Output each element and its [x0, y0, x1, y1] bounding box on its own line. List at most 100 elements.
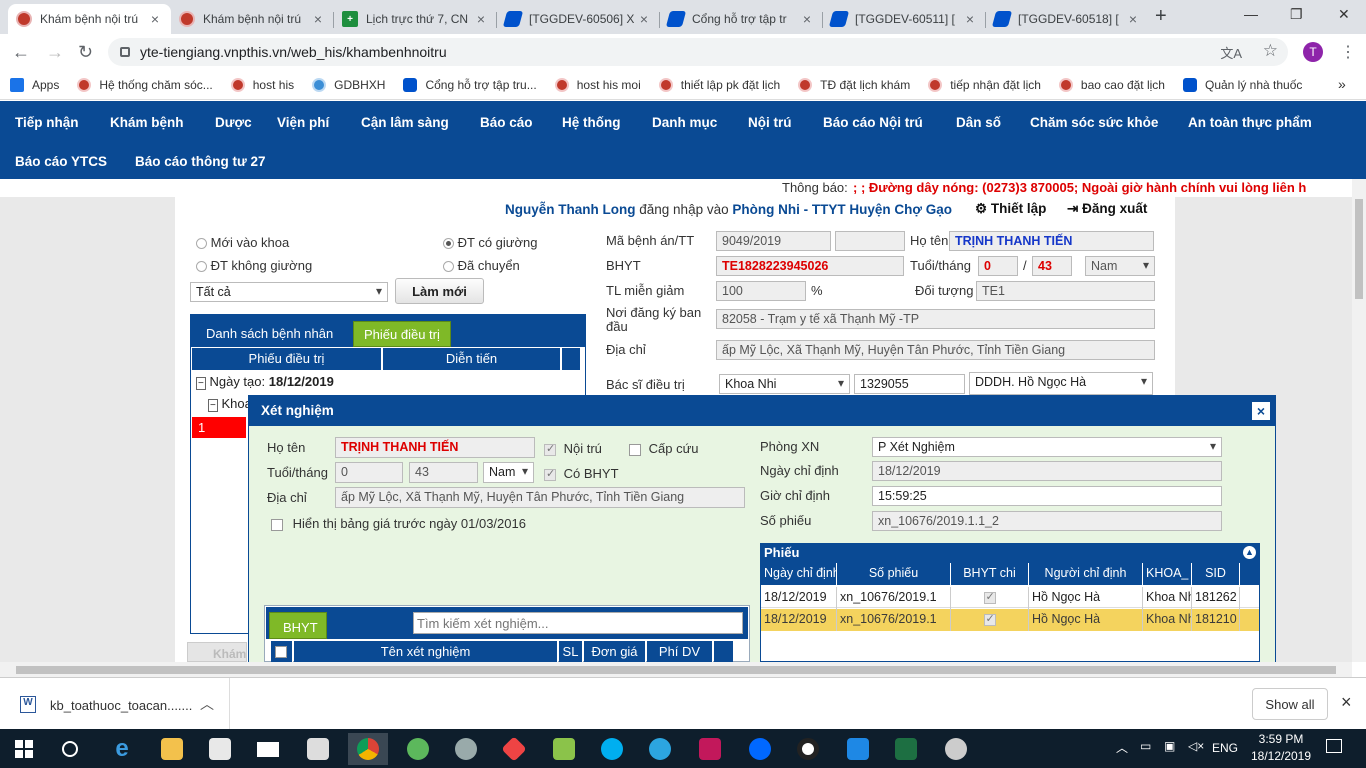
- radio-button[interactable]: [443, 261, 454, 273]
- close-tab-icon[interactable]: ×: [473, 11, 489, 27]
- clock-date[interactable]: 18/12/2019: [1248, 749, 1314, 763]
- profile-avatar[interactable]: T: [1303, 42, 1323, 62]
- browser-tab[interactable]: [TGGDEV-60511] [ ×: [823, 4, 986, 34]
- taskbar-app[interactable]: [936, 733, 976, 765]
- bookmark-item[interactable]: TĐ đặt lịch khám: [798, 77, 910, 92]
- clock-time[interactable]: 3:59 PM: [1256, 732, 1306, 746]
- scrollbar-thumb[interactable]: [16, 666, 1336, 674]
- treatment-row-selected[interactable]: 1: [192, 417, 246, 438]
- volume-mute-icon[interactable]: ◁×: [1188, 739, 1204, 753]
- emergency-checkbox[interactable]: Cấp cứu: [629, 441, 699, 456]
- minimize-icon[interactable]: —: [1244, 6, 1258, 22]
- record-seq-field[interactable]: [835, 231, 905, 251]
- select-all-checkbox[interactable]: [275, 645, 287, 658]
- menu-can-lam-sang[interactable]: Cận lâm sàng: [361, 115, 449, 130]
- age-months-field[interactable]: 43: [1032, 256, 1072, 276]
- browser-tab[interactable]: + Lịch trực thứ 7, CN ×: [334, 4, 497, 34]
- address-field[interactable]: ấp Mỹ Lộc, Xã Thạnh Mỹ, Huyện Tân Phước,…: [716, 340, 1155, 360]
- collapse-icon[interactable]: −: [196, 377, 206, 390]
- scrollbar-thumb[interactable]: [1355, 199, 1363, 299]
- menu-duoc[interactable]: Dược: [215, 115, 252, 130]
- settings-link[interactable]: ⚙ Thiết lập: [975, 201, 1046, 217]
- horizontal-scrollbar[interactable]: [0, 662, 1352, 677]
- close-tab-icon[interactable]: ×: [1125, 11, 1141, 27]
- record-field[interactable]: 9049/2019: [716, 231, 831, 251]
- taskbar-app[interactable]: [640, 733, 680, 765]
- close-tab-icon[interactable]: ×: [310, 11, 326, 27]
- dialog-gender-select[interactable]: Nam: [483, 462, 534, 483]
- taskbar-app[interactable]: [886, 733, 926, 765]
- address-bar[interactable]: yte-tiengiang.vnpthis.vn/web_his/khamben…: [108, 38, 1288, 66]
- bookmark-item[interactable]: Cổng hỗ trợ tập tru...: [403, 77, 537, 92]
- taskbar-app[interactable]: [788, 733, 828, 765]
- bookmark-item[interactable]: GDBHXH: [312, 77, 385, 92]
- inpatient-checkbox[interactable]: Nội trú: [544, 441, 602, 456]
- bookmark-item[interactable]: Hệ thống chăm sóc...: [77, 77, 213, 92]
- dialog-name-field[interactable]: TRỊNH THANH TIẾN: [335, 437, 535, 458]
- taskbar-app[interactable]: e: [102, 733, 142, 765]
- taskbar-app[interactable]: [592, 733, 632, 765]
- bookmarks-more-icon[interactable]: »: [1338, 76, 1346, 92]
- taskbar-app[interactable]: [398, 733, 438, 765]
- department-select[interactable]: Khoa Nhi: [719, 374, 850, 394]
- subject-field[interactable]: TE1: [976, 281, 1155, 301]
- taskbar-app[interactable]: [348, 733, 388, 765]
- restore-icon[interactable]: ❐: [1290, 6, 1303, 23]
- checkbox[interactable]: [629, 443, 641, 456]
- taskbar-app[interactable]: [200, 733, 240, 765]
- translate-icon[interactable]: 文A: [1220, 43, 1242, 62]
- dialog-address-field[interactable]: ấp Mỹ Lộc, Xã Thạnh Mỹ, Huyện Tân Phước,…: [335, 487, 745, 508]
- radio-button[interactable]: [443, 238, 454, 250]
- menu-bao-cao-noi-tru[interactable]: Báo cáo Nội trú: [823, 115, 923, 130]
- menu-an-toan-thuc-pham[interactable]: An toàn thực phẩm: [1188, 115, 1312, 130]
- order-date-field[interactable]: 18/12/2019: [872, 461, 1222, 481]
- taskbar-app[interactable]: [446, 733, 486, 765]
- show-old-price-checkbox[interactable]: Hiển thị bảng giá trước ngày 01/03/2016: [271, 516, 526, 531]
- reload-icon[interactable]: ↻: [78, 42, 93, 63]
- start-button[interactable]: [4, 733, 44, 765]
- browser-tab[interactable]: [TGGDEV-60518] [ ×: [986, 4, 1149, 34]
- taskbar-app[interactable]: [298, 733, 338, 765]
- radio-transferred[interactable]: Đã chuyển: [443, 258, 520, 273]
- network-icon[interactable]: ▭: [1140, 739, 1151, 753]
- close-tab-icon[interactable]: ×: [636, 11, 652, 27]
- taskbar-app[interactable]: [152, 733, 192, 765]
- menu-vien-phi[interactable]: Viện phí: [277, 115, 329, 130]
- register-field[interactable]: 82058 - Trạm y tế xã Thạnh Mỹ -TP: [716, 309, 1155, 329]
- collapse-icon[interactable]: ▲: [1243, 546, 1256, 559]
- bookmark-item[interactable]: host his moi: [554, 77, 641, 92]
- radio-with-bed[interactable]: ĐT có giường: [443, 235, 537, 250]
- radio-button[interactable]: [196, 261, 207, 273]
- bookmark-item[interactable]: host his: [230, 77, 294, 92]
- status-select[interactable]: Tất cả: [190, 282, 388, 302]
- close-download-bar-icon[interactable]: ×: [1341, 692, 1352, 713]
- taskbar-app[interactable]: [248, 733, 288, 765]
- bookmark-item[interactable]: Quản lý nhà thuốc: [1182, 77, 1302, 92]
- close-tab-icon[interactable]: ×: [799, 11, 815, 27]
- taskbar-app[interactable]: [494, 733, 534, 765]
- age-years-field[interactable]: 0: [978, 256, 1018, 276]
- browser-tab[interactable]: Khám bệnh nội trú ×: [171, 4, 334, 34]
- refresh-button[interactable]: Làm mới: [395, 278, 484, 304]
- bookmark-item[interactable]: tiếp nhận đặt lịch: [928, 77, 1041, 92]
- bookmark-item[interactable]: thiết lập pk đặt lịch: [658, 77, 780, 92]
- checkbox[interactable]: [544, 442, 556, 456]
- close-tab-icon[interactable]: ×: [962, 11, 978, 27]
- patient-name-field[interactable]: TRỊNH THANH TIẾN: [949, 231, 1154, 251]
- doctor-code-field[interactable]: 1329055: [854, 374, 965, 394]
- new-tab-button[interactable]: +: [1155, 5, 1167, 28]
- tab-treatment-sheet[interactable]: Phiếu điều trị: [353, 321, 451, 347]
- back-icon[interactable]: ←: [12, 42, 30, 63]
- monitor-icon[interactable]: ▣: [1164, 739, 1175, 753]
- menu-bao-cao-thong-tu-27[interactable]: Báo cáo thông tư 27: [135, 154, 266, 169]
- notifications-icon[interactable]: [1326, 739, 1342, 753]
- close-window-icon[interactable]: ✕: [1338, 6, 1350, 23]
- checkbox[interactable]: [544, 467, 556, 481]
- bhyt-field[interactable]: TE1828223945026: [716, 256, 904, 276]
- tab-patient-list[interactable]: Danh sách bệnh nhân: [196, 321, 344, 347]
- bhyt-checkbox[interactable]: Có BHYT: [544, 466, 619, 481]
- close-dialog-icon[interactable]: ×: [1251, 401, 1271, 421]
- browser-tab[interactable]: Khám bệnh nội trú ×: [8, 4, 171, 34]
- ticket-field[interactable]: xn_10676/2019.1.1_2: [872, 511, 1222, 531]
- taskbar-app[interactable]: [740, 733, 780, 765]
